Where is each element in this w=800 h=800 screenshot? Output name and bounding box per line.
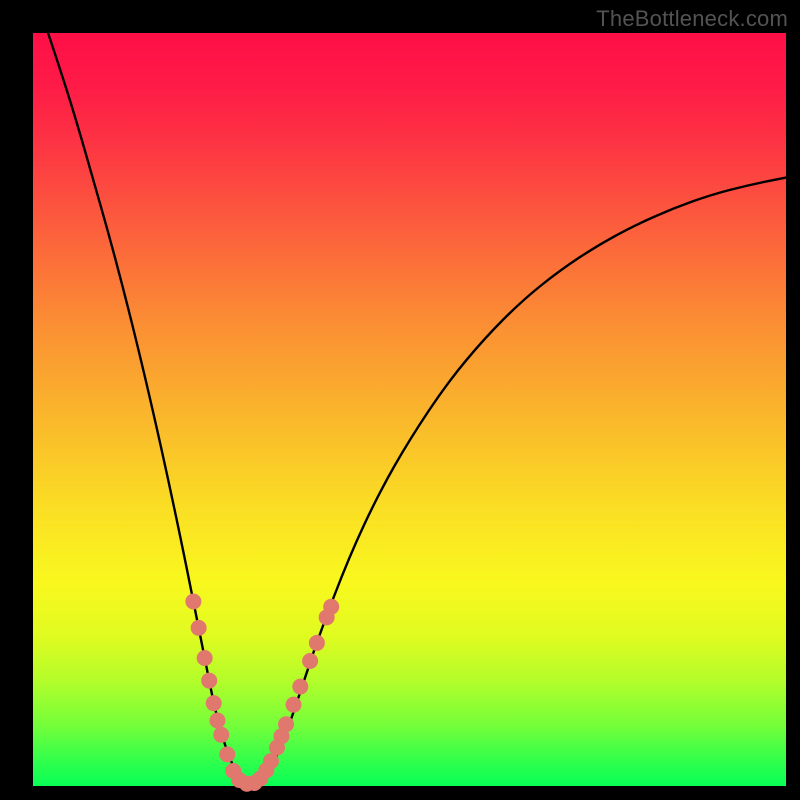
marker-right-39b — [323, 599, 339, 615]
bottleneck-curve — [48, 33, 786, 784]
marker-left-25a — [209, 712, 225, 728]
marker-left-23b — [201, 673, 217, 689]
marker-left-21 — [185, 594, 201, 610]
marker-right-38 — [309, 635, 325, 651]
plot-area — [33, 33, 786, 786]
marker-right-34 — [278, 716, 294, 732]
chart-svg — [33, 33, 786, 786]
curve-markers — [185, 594, 339, 792]
marker-left-25b — [213, 727, 229, 743]
watermark-text: TheBottleneck.com — [596, 6, 788, 32]
outer-frame: TheBottleneck.com — [0, 0, 800, 800]
marker-right-36a — [292, 679, 308, 695]
marker-left-23a — [197, 650, 213, 666]
marker-right-37 — [302, 653, 318, 669]
marker-right-35 — [286, 697, 302, 713]
marker-left-22 — [191, 620, 207, 636]
marker-left-26 — [219, 746, 235, 762]
marker-left-24 — [206, 695, 222, 711]
